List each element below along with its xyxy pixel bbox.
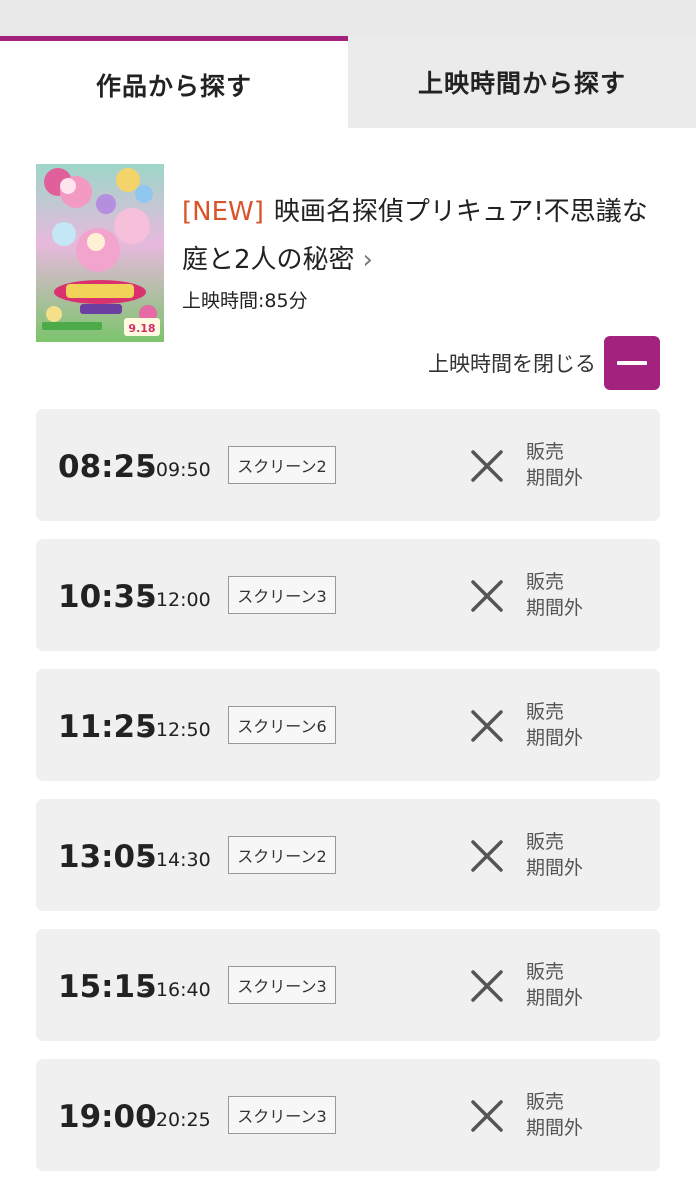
close-showtimes-label: 上映時間を閉じる — [428, 352, 596, 376]
sales-status-line1: 販売 — [526, 441, 565, 463]
sales-status-line1: 販売 — [526, 701, 565, 723]
sales-status-line1: 販売 — [526, 831, 565, 853]
sales-status-line1: 販売 — [526, 571, 565, 593]
showtime-card: 19:00 ~20:25 スクリーン3 販売 期間外 — [36, 1059, 660, 1171]
screen-badge: スクリーン3 — [228, 966, 336, 1004]
showtime-list: 08:25 ~09:50 スクリーン2 販売 期間外 10:35 ~12:00 … — [36, 409, 660, 1189]
screen-badge: スクリーン3 — [228, 576, 336, 614]
sales-status: 販売 期間外 — [526, 1089, 583, 1141]
sales-status-line2: 期間外 — [526, 467, 584, 489]
x-icon — [471, 580, 503, 612]
sales-status-line2: 期間外 — [526, 857, 584, 879]
sales-status-line2: 期間外 — [526, 597, 584, 619]
sales-status-line2: 期間外 — [526, 987, 584, 1009]
close-showtimes-button[interactable] — [604, 336, 660, 390]
tab-search-by-title[interactable]: 作品から探す — [0, 36, 348, 128]
x-icon — [471, 970, 503, 1002]
sales-status-line1: 販売 — [526, 961, 565, 983]
poster-image: 9.18 — [36, 164, 164, 342]
sales-status-line1: 販売 — [526, 1091, 565, 1113]
sales-status: 販売 期間外 — [526, 439, 583, 491]
x-icon — [471, 710, 503, 742]
sales-status: 販売 期間外 — [526, 829, 583, 881]
showtime-card: 11:25 ~12:50 スクリーン6 販売 期間外 — [36, 669, 660, 781]
showtime-card: 10:35 ~12:00 スクリーン3 販売 期間外 — [36, 539, 660, 651]
sales-status: 販売 期間外 — [526, 699, 583, 751]
end-time: ~09:50 — [140, 459, 211, 481]
x-icon — [471, 1100, 503, 1132]
showtime-card: 13:05 ~14:30 スクリーン2 販売 期間外 — [36, 799, 660, 911]
screen-badge: スクリーン2 — [228, 446, 336, 484]
screen-badge: スクリーン6 — [228, 706, 336, 744]
end-time: ~14:30 — [140, 849, 211, 871]
sales-status-line2: 期間外 — [526, 727, 584, 749]
movie-card: 9.18 [NEW] 映画名探偵プリキュア!不思議な庭と2人の秘密 › 上映時間:8… — [36, 164, 660, 344]
screen-badge: スクリーン3 — [228, 1096, 336, 1134]
new-badge: [NEW] — [182, 197, 264, 227]
sales-status: 販売 期間外 — [526, 959, 583, 1011]
content-panel: 9.18 [NEW] 映画名探偵プリキュア!不思議な庭と2人の秘密 › 上映時間:8… — [0, 128, 696, 1200]
movie-duration: 上映時間:85分 — [182, 290, 308, 312]
x-icon — [471, 450, 503, 482]
x-icon — [471, 840, 503, 872]
movie-poster[interactable]: 9.18 — [36, 164, 164, 342]
page: 作品から探す 上映時間から探す 9.18 [NEW] 映画名探偵プリキュア!不思… — [0, 0, 696, 1200]
search-tabs: 作品から探す 上映時間から探す — [0, 36, 696, 128]
svg-text:9.18: 9.18 — [128, 322, 155, 335]
minus-icon — [617, 361, 647, 365]
showtime-card: 08:25 ~09:50 スクリーン2 販売 期間外 — [36, 409, 660, 521]
end-time: ~16:40 — [140, 979, 211, 1001]
end-time: ~20:25 — [140, 1109, 211, 1131]
movie-title-link[interactable]: [NEW] 映画名探偵プリキュア!不思議な庭と2人の秘密 › — [182, 188, 662, 284]
chevron-right-icon: › — [362, 245, 373, 275]
end-time: ~12:00 — [140, 589, 211, 611]
sales-status: 販売 期間外 — [526, 569, 583, 621]
showtime-card: 15:15 ~16:40 スクリーン3 販売 期間外 — [36, 929, 660, 1041]
tab-search-by-showtime[interactable]: 上映時間から探す — [348, 36, 696, 128]
screen-badge: スクリーン2 — [228, 836, 336, 874]
end-time: ~12:50 — [140, 719, 211, 741]
close-showtimes-toggle[interactable]: 上映時間を閉じる — [428, 336, 660, 390]
sales-status-line2: 期間外 — [526, 1117, 584, 1139]
